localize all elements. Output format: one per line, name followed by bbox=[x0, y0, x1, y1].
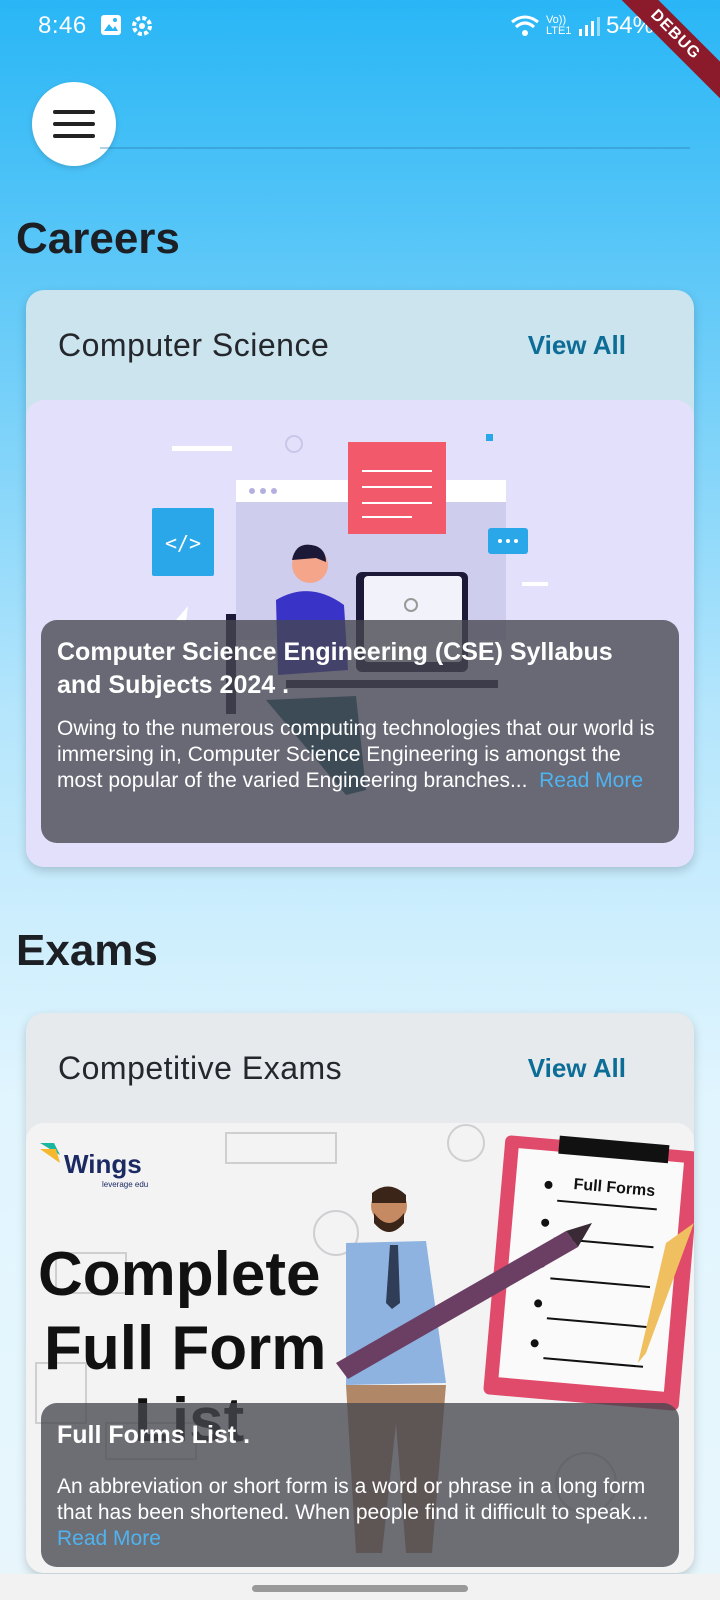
menu-icon bbox=[53, 110, 95, 138]
card-category-title: Computer Science bbox=[58, 326, 330, 363]
settings-icon bbox=[132, 16, 152, 36]
menu-button[interactable] bbox=[32, 82, 116, 166]
article-description: Owing to the numerous computing technolo… bbox=[57, 716, 663, 794]
view-all-link[interactable]: View All bbox=[528, 1053, 626, 1084]
card-header: Competitive Exams View All bbox=[26, 1013, 694, 1123]
article-overlay: Full Forms List . An abbreviation or sho… bbox=[41, 1403, 679, 1567]
article-title: Computer Science Engineering (CSE) Sylla… bbox=[57, 638, 613, 699]
section-title-exams: Exams bbox=[16, 926, 158, 975]
home-indicator[interactable] bbox=[252, 1585, 468, 1592]
network-label: Vo)) LTE1 bbox=[545, 14, 572, 37]
brand-logo-sub: leverage edu bbox=[102, 1180, 148, 1189]
signal-icon bbox=[578, 17, 600, 36]
status-left-icons bbox=[100, 14, 154, 38]
section-title-careers: Careers bbox=[16, 214, 180, 263]
status-time: 8:46 bbox=[38, 12, 87, 39]
image-icon bbox=[101, 15, 121, 35]
article-desc-text: An abbreviation or short form is a word … bbox=[57, 1475, 649, 1524]
brand-logo-text: Wings bbox=[64, 1149, 142, 1179]
read-more-link[interactable]: Read More bbox=[57, 1527, 161, 1550]
status-bar: 8:46 Vo)) LTE1 54% DEBUG bbox=[0, 0, 720, 105]
article-overlay: Computer Science Engineering (CSE) Sylla… bbox=[41, 620, 679, 843]
view-all-link[interactable]: View All bbox=[528, 330, 626, 361]
wifi-icon bbox=[511, 15, 539, 36]
svg-text:</>: </> bbox=[165, 531, 201, 555]
article-description: An abbreviation or short form is a word … bbox=[57, 1474, 663, 1552]
career-card: Computer Science View All </> Computer S… bbox=[26, 290, 694, 867]
headline-line-1: Complete bbox=[38, 1240, 320, 1309]
article-title: Full Forms List . bbox=[57, 1421, 251, 1449]
card-header: Computer Science View All bbox=[26, 290, 694, 400]
status-right: Vo)) LTE1 54% bbox=[510, 12, 654, 40]
card-category-title: Competitive Exams bbox=[58, 1049, 343, 1086]
header-divider bbox=[100, 147, 690, 149]
article-card[interactable]: Wings leverage edu Complete Full Form Li… bbox=[26, 1123, 694, 1573]
article-card[interactable]: </> Computer Science Engineering (CSE) S… bbox=[26, 400, 694, 867]
exam-card: Competitive Exams View All Wings leverag… bbox=[26, 1013, 694, 1573]
headline-line-2: Full Form bbox=[44, 1314, 326, 1383]
read-more-link[interactable]: Read More bbox=[539, 769, 643, 792]
